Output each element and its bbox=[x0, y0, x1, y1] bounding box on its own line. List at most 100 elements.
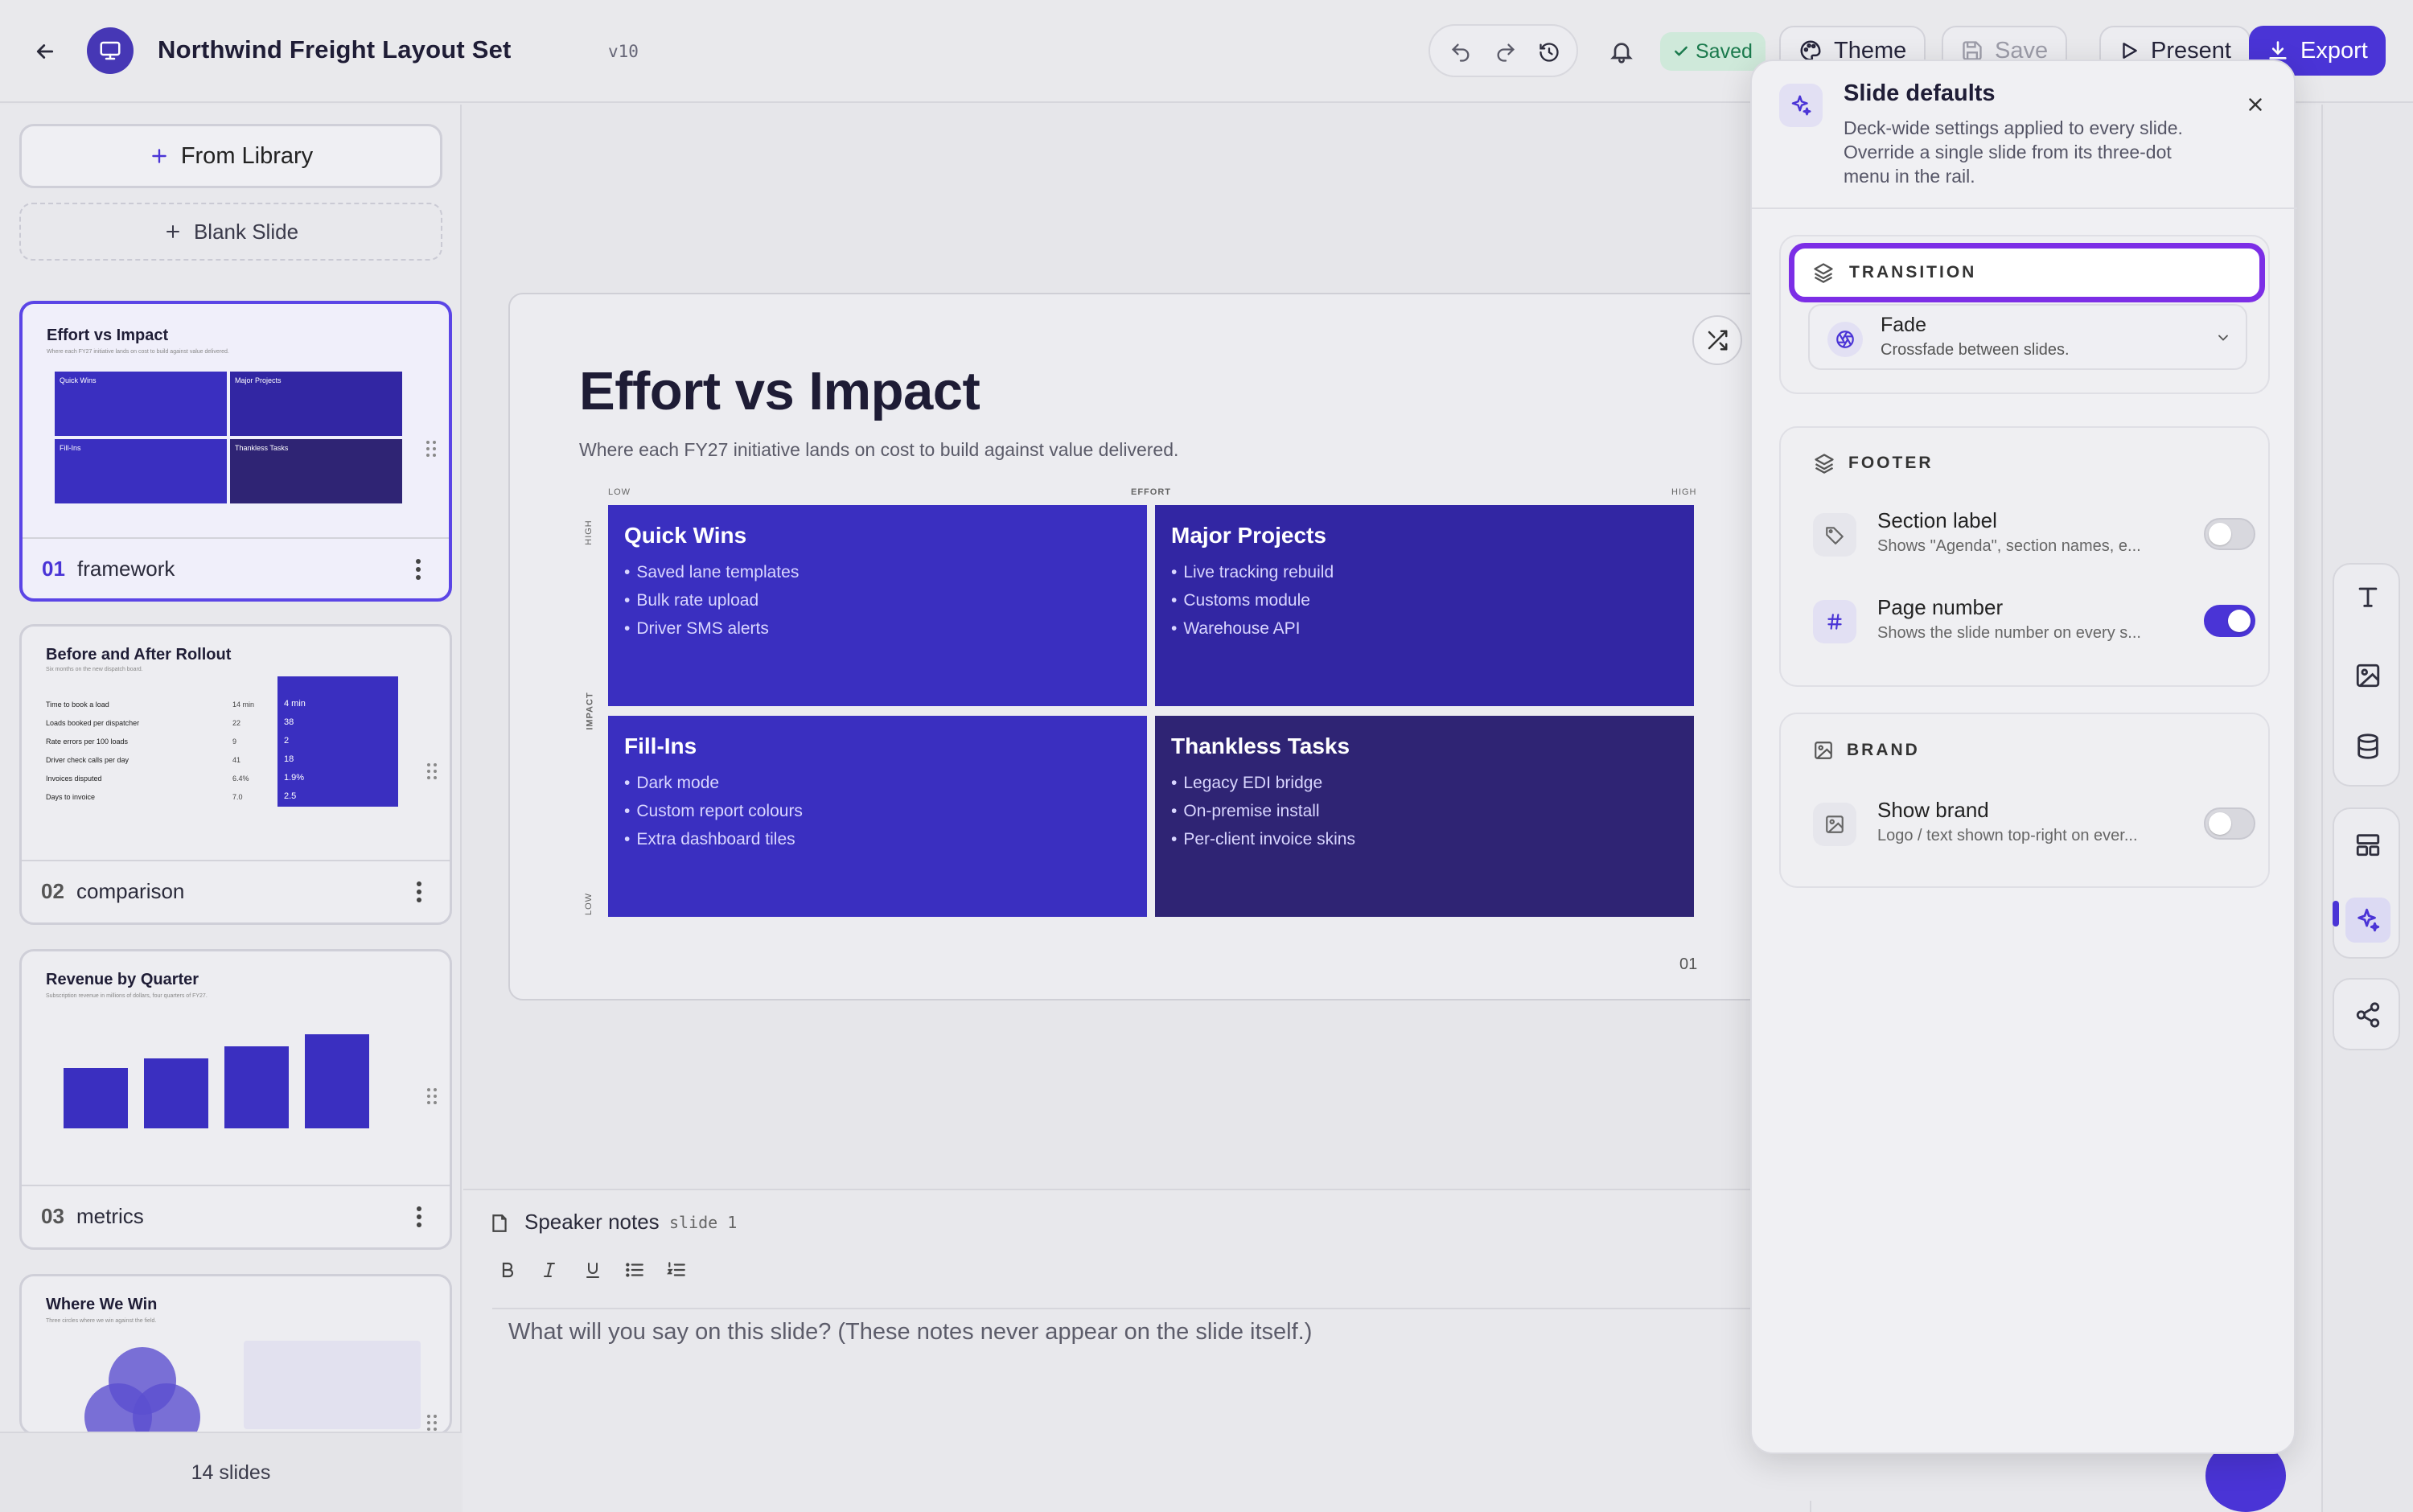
transition-description: Crossfade between slides. bbox=[1881, 341, 2070, 359]
slide-layout-name: metrics bbox=[76, 1204, 144, 1228]
quadrant-item: Warehouse API bbox=[1171, 614, 1678, 643]
drag-handle-icon[interactable] bbox=[425, 439, 438, 458]
slide-number: 02 bbox=[41, 879, 64, 903]
database-tool-icon[interactable] bbox=[2345, 724, 2390, 769]
quadrant-items: Legacy EDI bridge On-premise install Per… bbox=[1171, 769, 1678, 853]
thumbnail-subtitle: Six months on the new dispatch board. bbox=[46, 667, 143, 672]
brand-section-header: BRAND bbox=[1813, 740, 1920, 761]
page-number-row: Page number Shows the slide number on ev… bbox=[1813, 595, 2255, 659]
slide-page-number: 01 bbox=[1679, 955, 1698, 973]
close-icon[interactable] bbox=[2239, 88, 2271, 121]
transition-select[interactable]: Fade Crossfade between slides. bbox=[1808, 304, 2247, 370]
section-label-toggle[interactable] bbox=[2204, 518, 2255, 550]
axis-low-x: LOW bbox=[608, 487, 631, 497]
slide-thumbnail-3[interactable]: Revenue by Quarter Subscription revenue … bbox=[19, 949, 452, 1250]
mini-bar bbox=[64, 1068, 128, 1128]
blank-slide-button[interactable]: Blank Slide bbox=[19, 203, 442, 261]
quadrant-thankless-tasks[interactable]: Thankless Tasks Legacy EDI bridge On-pre… bbox=[1155, 716, 1694, 917]
show-brand-row: Show brand Logo / text shown top-right o… bbox=[1813, 798, 2255, 862]
notifications-bell-icon[interactable] bbox=[1605, 35, 1638, 68]
thumbnail-subtitle: Where each FY27 initiative lands on cost… bbox=[47, 349, 229, 355]
footer-section-header: FOOTER bbox=[1813, 452, 1934, 475]
slide-thumbnail-2[interactable]: Before and After Rollout Six months on t… bbox=[19, 624, 452, 925]
drag-handle-icon[interactable] bbox=[425, 1087, 438, 1106]
comparison-row-after: 4 min bbox=[284, 699, 306, 709]
bullet-list-icon[interactable] bbox=[621, 1256, 648, 1284]
comparison-row-after: 1.9% bbox=[284, 773, 305, 783]
drag-handle-icon[interactable] bbox=[425, 762, 438, 781]
slide-thumbnail-1[interactable]: Effort vs Impact Where each FY27 initiat… bbox=[19, 301, 452, 602]
layout-tool-icon[interactable] bbox=[2345, 822, 2390, 867]
share-icon[interactable] bbox=[2345, 992, 2390, 1037]
thumbnail-title: Effort vs Impact bbox=[47, 327, 169, 344]
saved-status-badge: Saved bbox=[1660, 32, 1766, 71]
thumbnail-footer: 03 metrics bbox=[22, 1185, 450, 1247]
italic-icon[interactable] bbox=[536, 1256, 563, 1284]
footer-heading: FOOTER bbox=[1848, 454, 1934, 472]
underline-icon[interactable] bbox=[579, 1256, 606, 1284]
thumbnail-footer: 01 framework bbox=[23, 537, 449, 598]
mini-bar bbox=[224, 1046, 289, 1128]
from-library-button[interactable]: From Library bbox=[19, 124, 442, 188]
tag-icon bbox=[1813, 513, 1856, 557]
checkmark-icon bbox=[1673, 43, 1689, 60]
transition-section-header[interactable]: TRANSITION bbox=[1789, 243, 2265, 302]
notes-placeholder: What will you say on this slide? (These … bbox=[508, 1319, 1313, 1345]
slide-subtitle[interactable]: Where each FY27 initiative lands on cost… bbox=[579, 439, 1178, 461]
show-brand-desc: Logo / text shown top-right on ever... bbox=[1877, 827, 2138, 844]
quadrant-items: Live tracking rebuild Customs module War… bbox=[1171, 558, 1678, 643]
download-icon bbox=[2267, 39, 2289, 62]
back-arrow-icon[interactable] bbox=[27, 35, 63, 68]
quadrant-item: Live tracking rebuild bbox=[1171, 558, 1678, 586]
speaker-notes-label: Speaker notes bbox=[524, 1210, 660, 1234]
thumbnail-preview: Where We Win Three circles where we win … bbox=[22, 1276, 450, 1432]
mini-quad: Fill-Ins bbox=[55, 439, 227, 503]
quadrant-item: Legacy EDI bridge bbox=[1171, 769, 1678, 797]
quadrant-item: Driver SMS alerts bbox=[624, 614, 1131, 643]
transition-heading: TRANSITION bbox=[1849, 263, 1977, 281]
comparison-row-after: 18 bbox=[284, 754, 294, 764]
play-icon bbox=[2119, 40, 2140, 61]
insert-tools bbox=[2333, 563, 2400, 787]
axis-effort: EFFORT bbox=[1131, 487, 1171, 497]
drag-handle-icon[interactable] bbox=[425, 1413, 438, 1432]
slide-defaults-sparkle-icon[interactable] bbox=[2345, 898, 2390, 943]
undo-icon[interactable] bbox=[1446, 38, 1475, 67]
document-title[interactable]: Northwind Freight Layout Set bbox=[158, 35, 512, 64]
show-brand-toggle[interactable] bbox=[2204, 807, 2255, 840]
slide-layout-name: framework bbox=[77, 557, 175, 581]
layers-icon bbox=[1813, 452, 1835, 475]
quadrant-quick-wins[interactable]: Quick Wins Saved lane templates Bulk rat… bbox=[608, 505, 1147, 706]
version-history-icon[interactable] bbox=[1535, 38, 1564, 67]
shuffle-layout-icon[interactable] bbox=[1692, 315, 1742, 365]
text-tool-icon[interactable] bbox=[2345, 574, 2390, 619]
comparison-row-label: Rate errors per 100 loads bbox=[46, 738, 129, 746]
slide-number: 03 bbox=[41, 1204, 64, 1228]
comparison-row-label: Days to invoice bbox=[46, 793, 96, 801]
layers-icon bbox=[1812, 261, 1835, 284]
quadrant-fill-ins[interactable]: Fill-Ins Dark mode Custom report colours… bbox=[608, 716, 1147, 917]
mini-quad: Thankless Tasks bbox=[230, 439, 402, 503]
tool-rail bbox=[2329, 563, 2410, 1094]
more-options-icon[interactable] bbox=[411, 1204, 427, 1230]
numbered-list-icon[interactable] bbox=[663, 1256, 690, 1284]
slide-thumbnail-4[interactable]: Where We Win Three circles where we win … bbox=[19, 1274, 452, 1435]
slide-title[interactable]: Effort vs Impact bbox=[579, 360, 980, 422]
floppy-disk-icon bbox=[1961, 39, 1983, 62]
comparison-row-label: Driver check calls per day bbox=[46, 756, 129, 764]
mini-bar bbox=[305, 1034, 369, 1128]
quadrant-major-projects[interactable]: Major Projects Live tracking rebuild Cus… bbox=[1155, 505, 1694, 706]
bold-icon[interactable] bbox=[494, 1256, 521, 1284]
page-number-toggle[interactable] bbox=[2204, 605, 2255, 637]
axis-low-y: LOW bbox=[584, 892, 594, 916]
redo-icon[interactable] bbox=[1491, 38, 1520, 67]
more-options-icon[interactable] bbox=[411, 879, 427, 905]
design-tools bbox=[2333, 807, 2400, 959]
more-options-icon[interactable] bbox=[410, 557, 426, 582]
after-column bbox=[277, 676, 398, 807]
comparison-row-before: 6.4% bbox=[232, 774, 249, 783]
image-tool-icon[interactable] bbox=[2345, 653, 2390, 698]
active-tool-indicator bbox=[2333, 901, 2339, 927]
mini-quad: Quick Wins bbox=[55, 372, 227, 436]
slide-canvas[interactable]: Effort vs Impact Where each FY27 initiat… bbox=[508, 293, 1779, 1000]
